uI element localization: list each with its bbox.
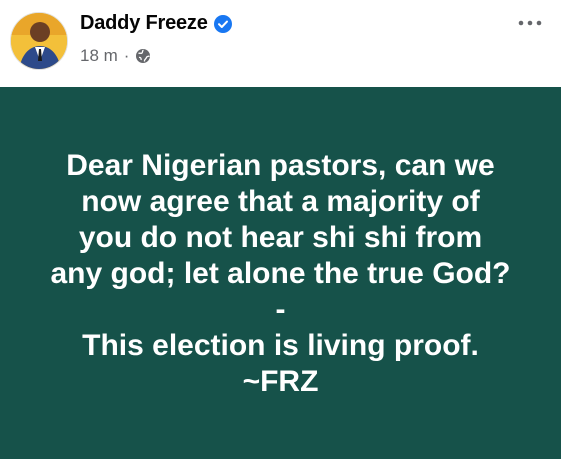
verified-badge-icon (213, 14, 232, 33)
post-text-line: any god; let alone the true God? (50, 257, 511, 290)
post-text-signature: ~FRZ (242, 365, 319, 398)
more-options-button[interactable] (515, 10, 545, 34)
post-header: Daddy Freeze 18 m · (0, 0, 561, 87)
post-text-line: - (275, 293, 286, 326)
avatar-image (11, 13, 67, 69)
author-name[interactable]: Daddy Freeze (80, 12, 208, 35)
post-text: Dear Nigerian pastors, can we now agree … (50, 148, 510, 400)
post-timestamp[interactable]: 18 m (80, 46, 118, 66)
post-text-line: This election is living proof. (82, 329, 479, 362)
more-options-icon (518, 13, 542, 31)
meta-separator: · (123, 46, 130, 65)
post-text-line: now agree that a majority of (81, 185, 480, 218)
avatar[interactable] (10, 12, 68, 70)
post-background: Dear Nigerian pastors, can we now agree … (0, 87, 561, 459)
post-text-line: you do not hear shi shi from (78, 221, 483, 254)
post-meta: 18 m · (80, 46, 151, 66)
post-text-line: Dear Nigerian pastors, can we (66, 149, 495, 182)
author-row: Daddy Freeze (80, 12, 232, 35)
globe-icon[interactable] (135, 48, 151, 64)
